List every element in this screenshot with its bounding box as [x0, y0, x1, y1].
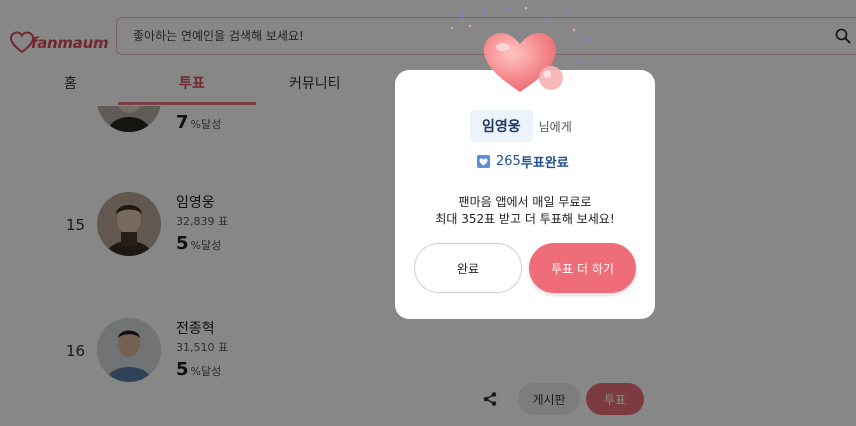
done-button[interactable]: 완료 — [414, 243, 522, 293]
promo-message-line2: 최대 352표 받고 더 투표해 보세요! — [435, 212, 615, 226]
promo-message-line1: 팬마음 앱에서 매일 무료로 — [458, 195, 592, 209]
heart-confetti-icon — [450, 6, 602, 92]
heart-badge-icon — [477, 155, 490, 168]
vote-count: 265 — [496, 154, 521, 169]
vote-more-button[interactable]: 투표 더 하기 — [529, 243, 636, 293]
vote-complete-status: 265 투표완료 — [477, 152, 569, 171]
recipient-suffix: 님에게 — [538, 119, 572, 134]
vote-complete-modal: 임영웅 님에게 265 투표완료 팬마음 앱에서 매일 무료로 최대 352표 … — [395, 70, 655, 319]
vote-done-label: 투표완료 — [520, 156, 569, 171]
recipient-name: 임영웅 — [470, 110, 533, 142]
recipient: 임영웅 님에게 — [470, 110, 572, 142]
